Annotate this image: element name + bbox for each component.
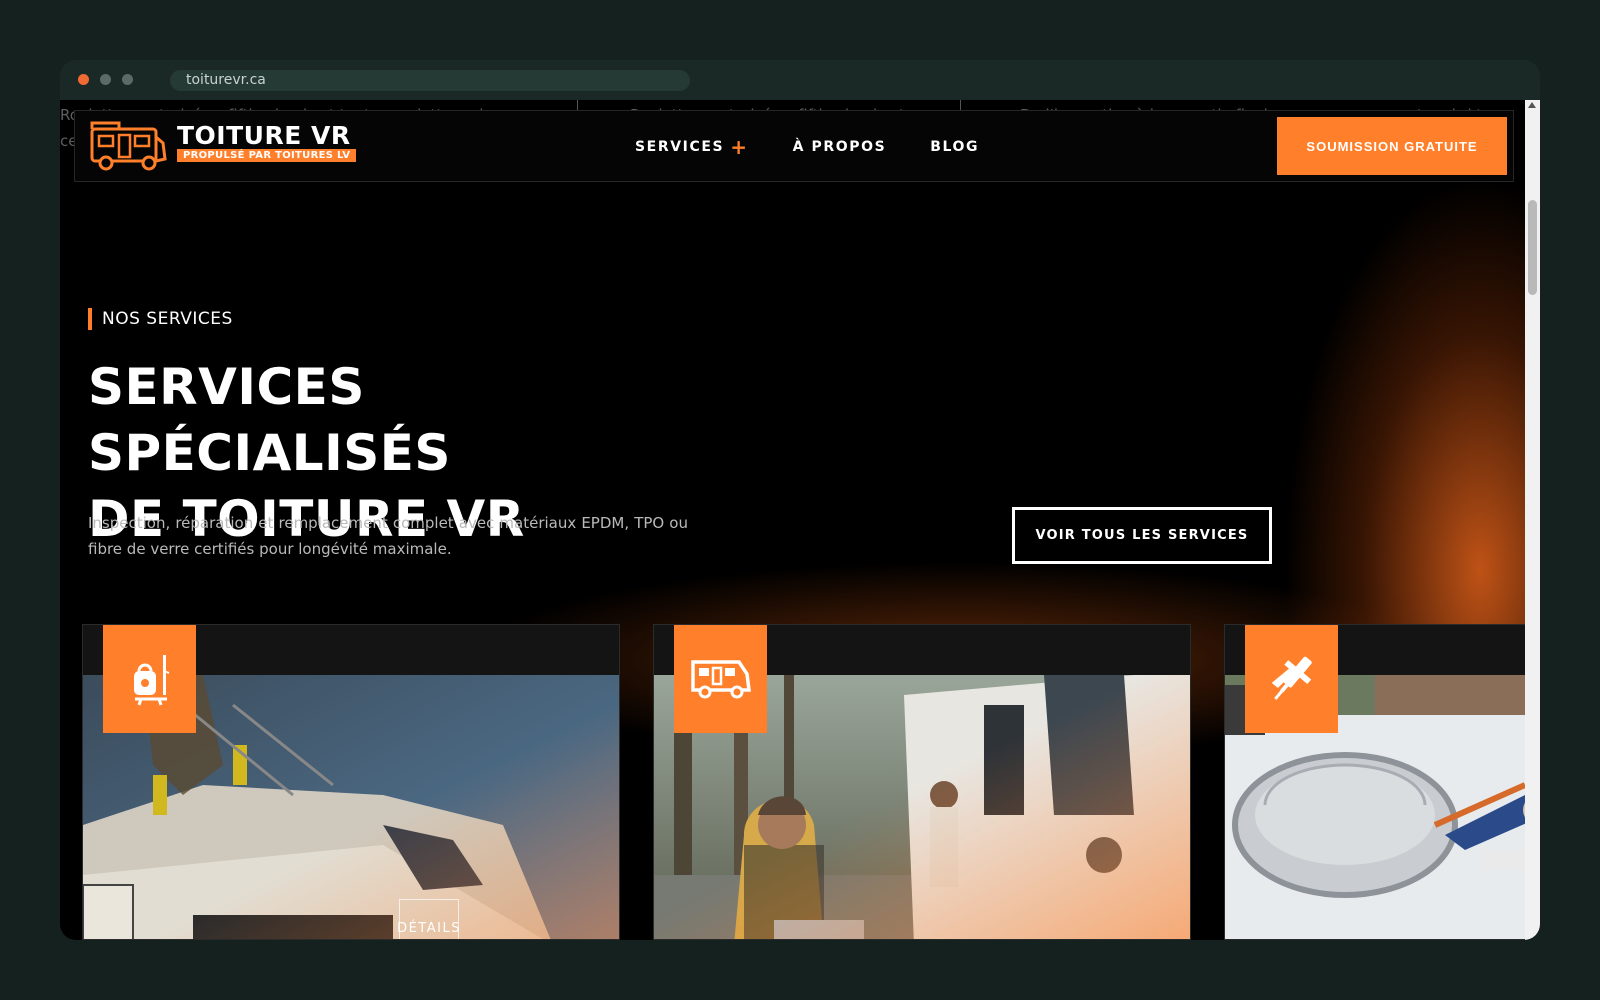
page-viewport: Roulottes motorisées, fifth wheels et te…	[60, 100, 1525, 940]
close-window-button[interactable]	[78, 74, 89, 85]
nav-a-propos[interactable]: À PROPOS	[793, 139, 887, 155]
caulking-gun-icon	[1271, 656, 1312, 700]
browser-titlebar: toiturevr.ca	[60, 60, 1540, 100]
hero-title-line1: SERVICES SPÉCIALISÉS	[88, 358, 451, 482]
view-all-services-button[interactable]: VOIR TOUS LES SERVICES	[1012, 507, 1272, 564]
nav-services[interactable]: SERVICES +	[635, 135, 749, 159]
hero-description: Inspection, réparation et remplacement c…	[88, 514, 688, 558]
service-card[interactable]: DÉTAILS	[82, 624, 620, 940]
rv-logo-icon	[90, 121, 167, 171]
pressure-washer-icon	[133, 655, 169, 706]
card-icon-badge	[674, 625, 767, 733]
scrollbar-thumb[interactable]	[1528, 200, 1537, 295]
logo-subtitle: PROPULSÉ PAR TOITURES LV	[177, 149, 357, 162]
nav-blog[interactable]: BLOG	[930, 139, 979, 155]
card-icon-badge	[103, 625, 196, 733]
site-logo[interactable]: TOITURE VR PROPULSÉ PAR TOITURES LV	[89, 119, 357, 173]
logo-title: TOITURE VR	[177, 121, 351, 150]
rv-camper-icon	[690, 660, 751, 699]
vertical-scrollbar[interactable]	[1525, 100, 1540, 940]
card-icon-badge	[1245, 625, 1338, 733]
details-button[interactable]: DÉTAILS	[397, 899, 459, 939]
nav-services-label: SERVICES	[635, 139, 725, 155]
service-card[interactable]	[653, 624, 1191, 940]
maximize-window-button[interactable]	[122, 74, 133, 85]
main-nav: SERVICES + À PROPOS BLOG	[635, 111, 979, 183]
scroll-up-arrow-icon[interactable]	[1528, 102, 1536, 108]
address-bar[interactable]: toiturevr.ca	[170, 70, 690, 91]
minimize-window-button[interactable]	[100, 74, 111, 85]
plus-icon: +	[730, 135, 749, 159]
service-card[interactable]	[1224, 624, 1525, 940]
section-eyebrow: NOS SERVICES	[88, 308, 233, 330]
site-header: TOITURE VR PROPULSÉ PAR TOITURES LV SERV…	[74, 110, 1514, 182]
browser-window: toiturevr.ca Roulottes motorisées, fifth…	[60, 60, 1540, 940]
free-quote-button[interactable]: SOUMISSION GRATUITE	[1277, 117, 1507, 175]
